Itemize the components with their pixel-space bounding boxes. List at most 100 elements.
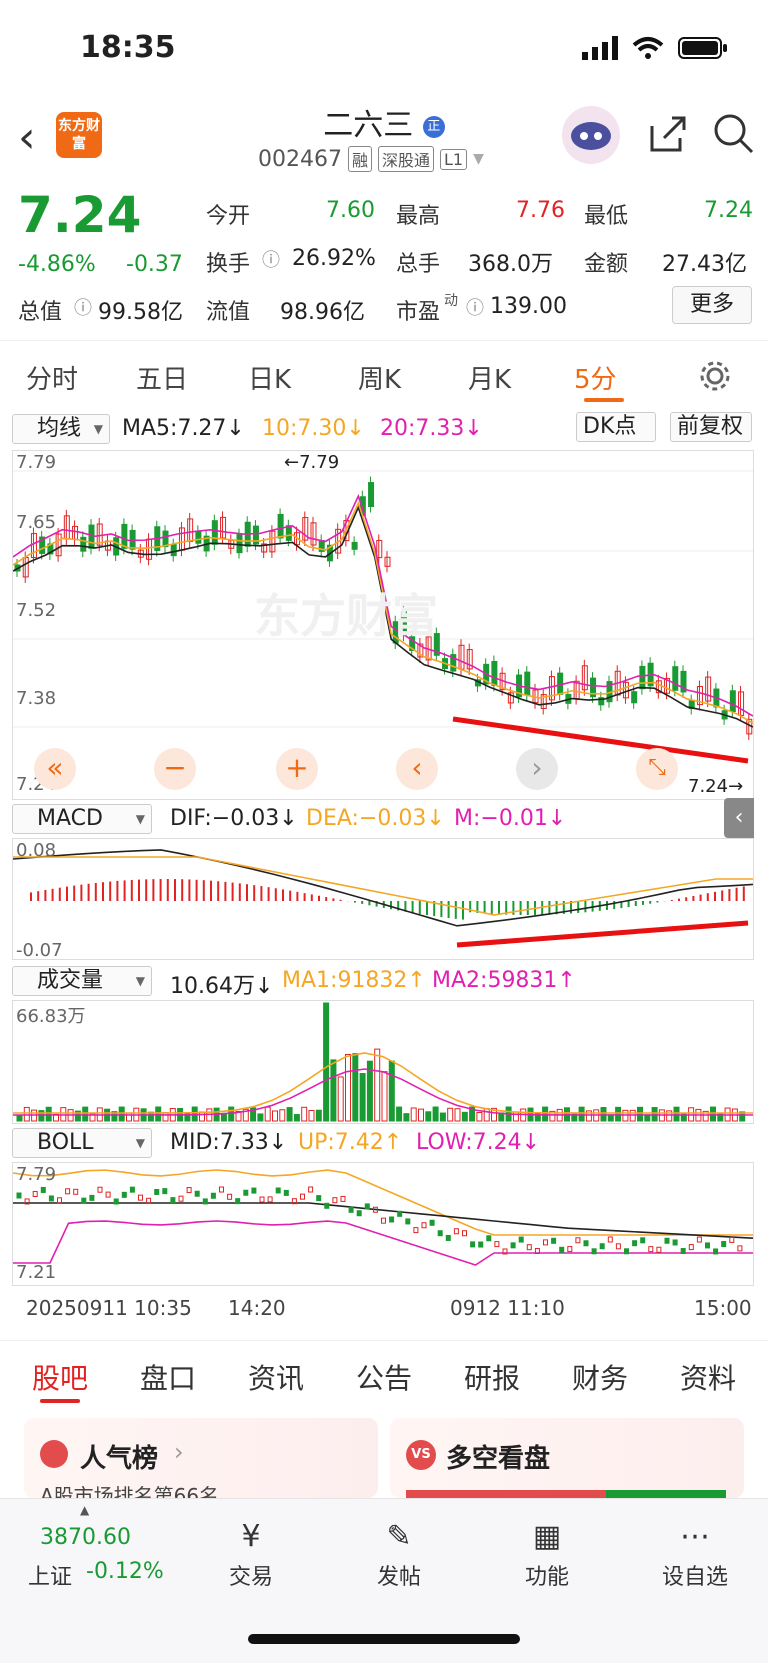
candle-body (195, 530, 202, 544)
tab-intraday[interactable]: 分时 (26, 359, 78, 396)
tab-news[interactable]: 资讯 (248, 1357, 304, 1397)
tab-research[interactable]: 研报 (464, 1357, 520, 1397)
dk-point-button[interactable]: DK点 (576, 412, 656, 442)
status-time: 18:35 (80, 30, 176, 65)
volume-bar (199, 1111, 205, 1122)
boll-candle (170, 1197, 176, 1204)
boll-candle (664, 1237, 670, 1244)
ma10-value: 10:7.30↓ (262, 416, 365, 441)
volume-bar (388, 1060, 395, 1122)
boll-candle (251, 1187, 257, 1194)
tab-profile[interactable]: 资料 (680, 1357, 736, 1397)
status-icons (582, 36, 728, 60)
boll-candle (526, 1244, 532, 1251)
volume-chart[interactable] (13, 1001, 753, 1123)
info-icon[interactable]: ⓘ (262, 246, 280, 272)
search-icon[interactable] (712, 112, 756, 156)
candle-body (491, 661, 498, 686)
popularity-card[interactable]: 人气榜 › A股市场排名第66名 (24, 1418, 378, 1508)
tab-financials[interactable]: 财务 (572, 1357, 628, 1397)
candle-body (277, 513, 284, 539)
more-button[interactable]: 更多 (672, 286, 752, 324)
macd-panel[interactable] (12, 838, 754, 960)
nav-functions[interactable]: ▦ 功能 (502, 1519, 592, 1591)
boll-selector[interactable]: BOLL ▼ (12, 1128, 152, 1158)
adjust-button[interactable]: 前复权 (670, 412, 752, 442)
tab-daily-k[interactable]: 日K (248, 359, 291, 396)
settings-gear-icon[interactable] (698, 359, 732, 393)
stock-code-row[interactable]: 002467 融 深股通 L1 ▼ (258, 146, 484, 172)
volume-bar (308, 1109, 315, 1122)
tab-five-day[interactable]: 五日 (136, 359, 188, 396)
boll-candle (308, 1186, 314, 1193)
volume-panel[interactable] (12, 1000, 754, 1124)
macd-chart[interactable] (12, 839, 754, 959)
ma-selector[interactable]: 均线 ▼ (12, 414, 110, 444)
assistant-robot-icon[interactable] (562, 106, 620, 164)
tab-forum[interactable]: 股吧 (32, 1357, 88, 1397)
boll-candle (81, 1197, 87, 1204)
volume-bar (461, 1111, 468, 1122)
candle-body (729, 690, 736, 713)
candle-body (80, 536, 87, 552)
chevron-down-icon[interactable]: ▼ (473, 151, 484, 167)
nav-watchlist[interactable]: ⋯ 设自选 (650, 1519, 740, 1591)
volume-bar (403, 1113, 410, 1122)
boll-candle (89, 1194, 95, 1201)
boll-candle (437, 1230, 443, 1237)
turnover-value: 26.92% (292, 246, 376, 271)
info-icon[interactable]: ⓘ (74, 294, 92, 320)
open-value: 7.60 (326, 198, 375, 223)
period-tabs: 分时 五日 日K 周K 月K 5分 (0, 340, 768, 410)
boll-candle (48, 1195, 54, 1202)
bull-bear-card[interactable]: VS 多空看盘 (390, 1418, 744, 1498)
zoom-in-button[interactable]: + (276, 748, 318, 790)
high-marker: ←7.79 (284, 452, 340, 473)
step-right-button[interactable]: › (516, 748, 558, 790)
index-value: 3870.60 (40, 1525, 131, 1550)
volume-selector[interactable]: 成交量 ▼ (12, 966, 152, 996)
nav-trade[interactable]: ¥ 交易 (206, 1519, 296, 1591)
volume-bar (323, 1002, 330, 1122)
info-icon[interactable]: ⓘ (466, 294, 484, 320)
boll-candle (356, 1210, 362, 1217)
macd-y-bottom: -0.07 (16, 940, 63, 961)
boll-candle (154, 1188, 160, 1195)
step-left-button[interactable]: ‹ (396, 748, 438, 790)
scroll-left-button[interactable]: « (34, 748, 76, 790)
tab-5min[interactable]: 5分 (574, 359, 617, 396)
boll-chart[interactable] (12, 1163, 754, 1285)
volume-bar (637, 1106, 643, 1122)
low-value: 7.24 (704, 198, 753, 223)
expand-up-icon[interactable]: ▲ (80, 1503, 89, 1517)
nav-post[interactable]: ✎ 发帖 (354, 1519, 444, 1591)
fullscreen-icon[interactable]: ⤡ (636, 748, 678, 790)
boll-candle (348, 1206, 354, 1213)
wifi-icon (632, 37, 664, 59)
volume-ma2: MA2:59831↑ (432, 968, 576, 993)
chevron-down-icon: ▼ (135, 974, 145, 988)
boll-candle (551, 1237, 557, 1244)
change-percent: -4.86% (18, 252, 96, 277)
tab-monthly-k[interactable]: 月K (468, 359, 511, 396)
tab-orderbook[interactable]: 盘口 (140, 1357, 196, 1397)
macd-dif: DIF:−0.03↓ (170, 806, 298, 831)
trend-line (452, 716, 749, 764)
zoom-out-button[interactable]: − (154, 748, 196, 790)
boll-candle (518, 1236, 524, 1243)
macd-selector[interactable]: MACD ▼ (12, 804, 152, 834)
boll-panel[interactable] (12, 1162, 754, 1286)
candle-body (368, 482, 375, 508)
boll-candle (713, 1248, 719, 1255)
tab-weekly-k[interactable]: 周K (358, 359, 401, 396)
edit-icon: ✎ (386, 1519, 412, 1554)
boll-candle (300, 1193, 305, 1200)
tab-announcements[interactable]: 公告 (356, 1357, 412, 1397)
collapse-panel-button[interactable]: ‹ (724, 798, 754, 838)
boll-candle (688, 1244, 694, 1251)
boll-candle (162, 1188, 168, 1195)
volume-bar (542, 1106, 549, 1122)
active-tab-underline (40, 1399, 80, 1403)
macd-dea: DEA:−0.03↓ (306, 806, 445, 831)
share-icon[interactable] (646, 112, 690, 156)
